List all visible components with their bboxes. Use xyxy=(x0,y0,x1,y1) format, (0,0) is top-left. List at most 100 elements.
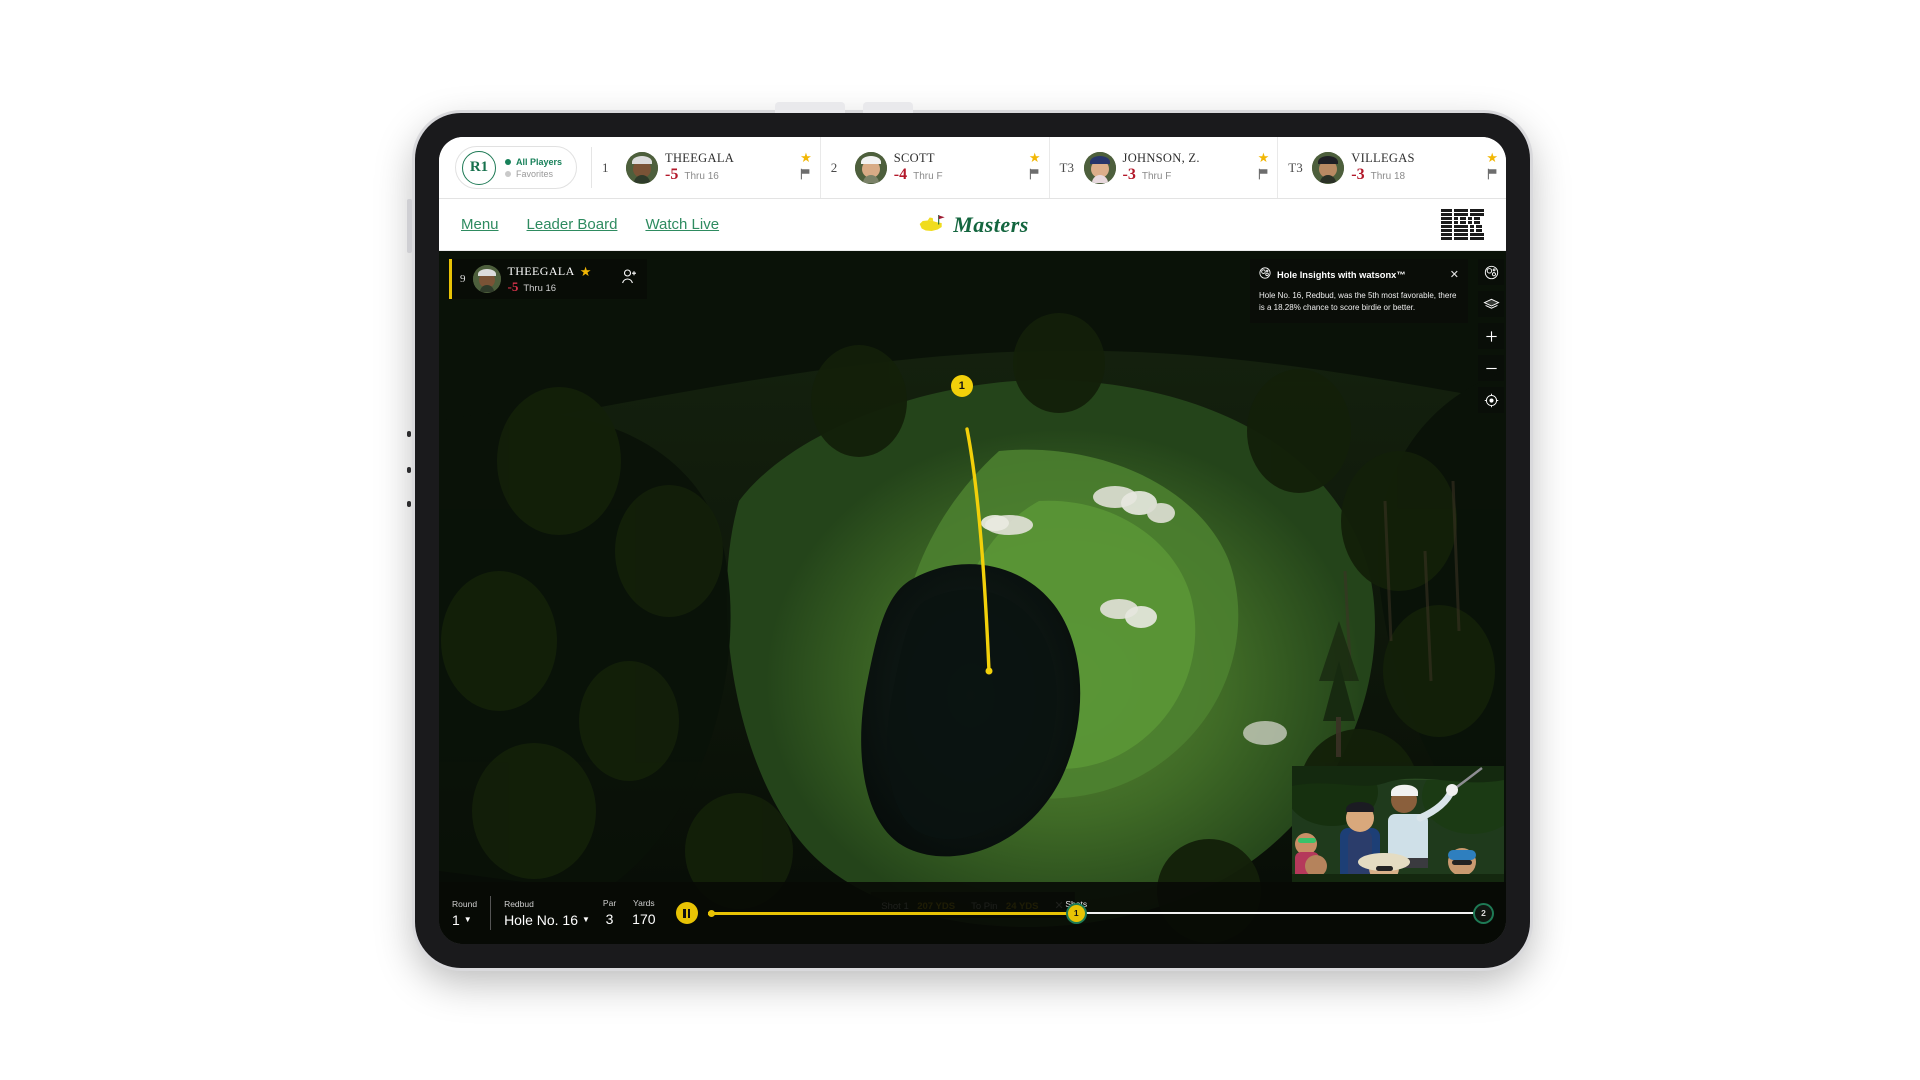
leaderboard-player-4[interactable]: T3 VILLEGAS -3 Thru 18 ★ xyxy=(1278,137,1506,198)
zoom-in-icon[interactable] xyxy=(1478,323,1504,349)
player-position: 1 xyxy=(602,159,609,175)
chevron-down-icon: ▼ xyxy=(582,915,590,924)
player-thru: Thru F xyxy=(913,171,943,182)
favorite-star-icon[interactable]: ★ xyxy=(580,265,592,278)
round-selector[interactable]: Round 1 ▼ xyxy=(439,899,490,928)
volume-mid-button[interactable] xyxy=(407,467,411,473)
round-value: 1 xyxy=(452,911,460,928)
player-position: T3 xyxy=(1288,159,1303,175)
filter-favorites-label: Favorites xyxy=(516,168,554,179)
par-value: 3 xyxy=(605,910,614,927)
flag-icon[interactable] xyxy=(1258,167,1269,185)
flag-icon[interactable] xyxy=(1029,167,1040,185)
round-badge[interactable]: R1 xyxy=(462,150,496,185)
player-avatar xyxy=(1312,151,1345,184)
leaderboard-player-2[interactable]: 2 SCOTT -4 Thru F ★ xyxy=(821,137,1050,198)
hole-insights-header: Hole Insights with watsonx™ ✕ xyxy=(1259,266,1459,284)
zoom-out-icon[interactable] xyxy=(1478,355,1504,381)
player-avatar xyxy=(1083,151,1116,184)
timeline-track[interactable]: Shots 1 2 xyxy=(707,899,1492,924)
leaderboard-strip: R1 All Players Favorites 1 THEEGALA -5 Thru… xyxy=(439,137,1506,199)
hole-insights-panel[interactable]: Hole Insights with watsonx™ ✕ Hole No. 1… xyxy=(1250,259,1468,323)
yards-group: Yards 170 xyxy=(632,898,655,929)
player-position: T3 xyxy=(1059,159,1074,175)
player-name: THEEGALA xyxy=(665,151,735,165)
shot-node-2[interactable]: 2 xyxy=(1475,904,1492,922)
recenter-icon[interactable] xyxy=(1478,387,1504,413)
watsonx-insights-icon[interactable] xyxy=(1478,259,1504,285)
hole-control-bar: Round 1 ▼ Redbud Hole No. 16 ▼ Par 3 Yar… xyxy=(439,882,1506,944)
shot-node-1[interactable]: 1 xyxy=(1067,904,1085,922)
hole-selector[interactable]: Redbud Hole No. 16 ▼ xyxy=(491,899,603,928)
par-yards-group: Par 3 Yards 170 xyxy=(603,898,670,929)
player-thru: Thru 16 xyxy=(684,171,719,182)
round-label: Round xyxy=(452,898,478,909)
player-card-avatar xyxy=(472,265,501,293)
masters-logo[interactable]: Masters xyxy=(916,212,1029,238)
player-actions: ★ xyxy=(1486,151,1500,185)
favorite-star-icon[interactable]: ★ xyxy=(1029,151,1041,164)
filter-favorites[interactable]: Favorites xyxy=(505,168,562,180)
ibm-logo[interactable] xyxy=(1441,209,1484,240)
player-info: VILLEGAS -3 Thru 18 xyxy=(1351,151,1479,184)
power-button[interactable] xyxy=(407,199,412,253)
player-avatar xyxy=(854,151,887,184)
player-score: -5 xyxy=(665,166,679,183)
tablet-device-frame: R1 All Players Favorites 1 THEEGALA -5 Thru… xyxy=(407,102,1535,973)
live-video-thumbnail[interactable] xyxy=(1292,766,1504,882)
filter-all-players[interactable]: All Players xyxy=(505,156,562,168)
close-icon[interactable]: ✕ xyxy=(1450,269,1459,281)
favorite-star-icon[interactable]: ★ xyxy=(800,151,812,164)
filter-all-players-label: All Players xyxy=(516,156,563,167)
masters-map-flag-icon xyxy=(916,213,950,237)
player-card-position: 9 xyxy=(460,273,466,285)
nav-link-watch-live[interactable]: Watch Live xyxy=(645,216,719,233)
flag-icon[interactable] xyxy=(800,167,811,185)
filter-dot-active xyxy=(505,158,511,165)
player-info: JOHNSON, Z. -3 Thru F xyxy=(1123,151,1251,184)
leaderboard-player-3[interactable]: T3 JOHNSON, Z. -3 Thru F ★ xyxy=(1050,137,1279,198)
player-info: SCOTT -4 Thru F xyxy=(894,151,1022,184)
volume-up-button[interactable] xyxy=(407,431,411,437)
player-card-thru: Thru 16 xyxy=(523,282,557,294)
player-filter-options: All Players Favorites xyxy=(505,156,562,180)
yards-label: Yards xyxy=(633,897,655,908)
player-name: VILLEGAS xyxy=(1351,151,1415,165)
shot-node-2-label: 2 xyxy=(1481,908,1486,918)
add-person-icon[interactable] xyxy=(621,268,638,290)
course-name-label: Redbud xyxy=(504,898,534,909)
favorite-star-icon[interactable]: ★ xyxy=(1258,151,1270,164)
shot-timeline[interactable]: Shots 1 2 xyxy=(670,899,1506,924)
pause-button[interactable] xyxy=(675,902,698,924)
flag-icon[interactable] xyxy=(1487,167,1498,185)
device-top-notch-left xyxy=(775,102,845,113)
player-card-score: -5 xyxy=(507,278,519,294)
masters-wordmark: Masters xyxy=(953,211,1029,237)
player-card-info: THEEGALA ★ -5 Thru 16 xyxy=(508,264,592,295)
player-avatar xyxy=(626,151,659,184)
hole-insights-title: Hole Insights with watsonx™ xyxy=(1277,270,1406,280)
player-actions: ★ xyxy=(1029,151,1043,185)
player-info: THEEGALA -5 Thru 16 xyxy=(665,151,793,184)
player-thru: Thru F xyxy=(1141,171,1172,182)
nav-link-leader-board[interactable]: Leader Board xyxy=(527,216,618,233)
volume-down-button[interactable] xyxy=(407,501,411,507)
active-player-card[interactable]: 9 THEEGALA ★ -5 Thru 16 xyxy=(449,259,647,299)
layers-icon[interactable] xyxy=(1478,291,1504,317)
player-actions: ★ xyxy=(800,151,814,185)
hole-map-stage[interactable]: 1 9 THEEGALA ★ -5 Thru 16 Hole Insights … xyxy=(439,251,1506,944)
timeline-start-dot xyxy=(707,909,715,917)
device-top-notch-right xyxy=(863,102,913,113)
leaderboard-player-1[interactable]: 1 THEEGALA -5 Thru 16 ★ xyxy=(592,137,821,198)
hole-value: Hole No. 16 xyxy=(504,911,578,928)
par-group: Par 3 xyxy=(603,898,616,929)
favorite-star-icon[interactable]: ★ xyxy=(1486,151,1498,164)
player-actions: ★ xyxy=(1258,151,1272,185)
chevron-down-icon: ▼ xyxy=(463,915,472,924)
player-name: SCOTT xyxy=(893,151,935,165)
nav-link-menu[interactable]: Menu xyxy=(461,216,499,233)
round-filter-control[interactable]: R1 All Players Favorites xyxy=(455,146,578,189)
player-score: -3 xyxy=(1351,166,1365,183)
player-thru: Thru 18 xyxy=(1370,171,1406,182)
filter-dot-inactive xyxy=(505,170,511,177)
